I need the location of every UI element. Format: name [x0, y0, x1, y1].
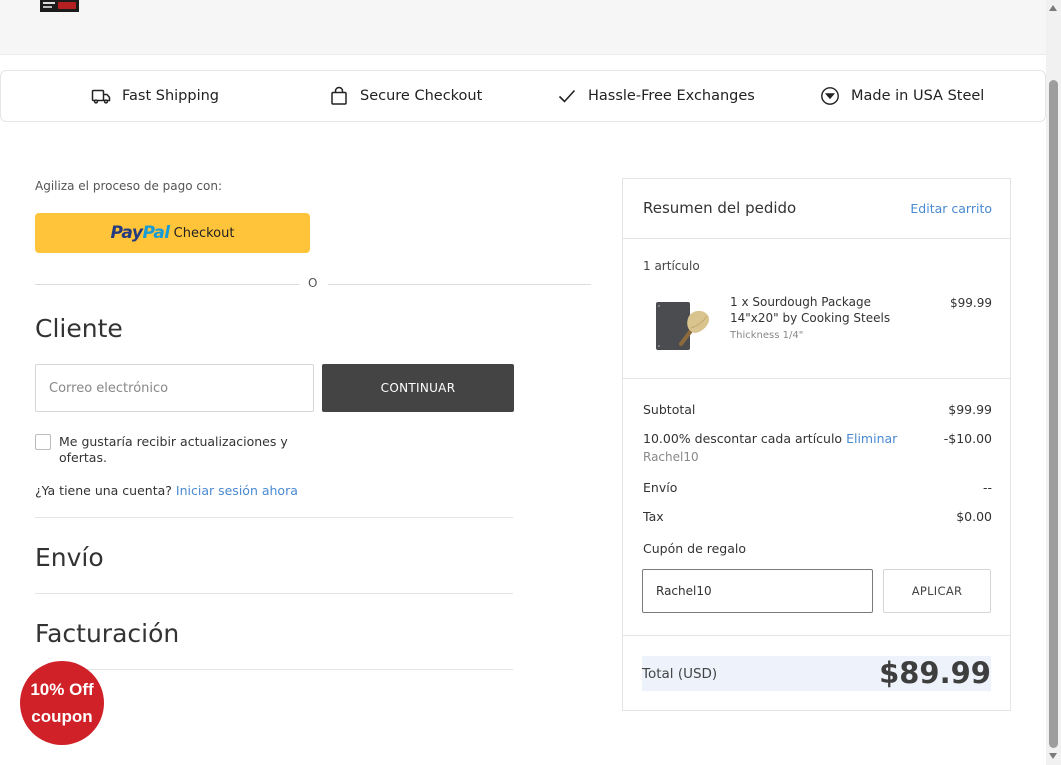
shipping-section-title: Envío	[35, 543, 104, 572]
shopping-bag-icon	[331, 86, 347, 105]
subtotal-label: Subtotal	[643, 402, 696, 417]
benefit-label: Secure Checkout	[360, 88, 483, 104]
tax-label: Tax	[643, 509, 664, 524]
benefit-usa-steel: Made in USA Steel	[820, 71, 984, 121]
order-summary-header: Resumen del pedido Editar carrito	[623, 179, 1010, 239]
gift-coupon-input[interactable]	[642, 569, 873, 613]
benefit-label: Hassle-Free Exchanges	[588, 88, 755, 104]
paypal-logo: PayPal	[110, 223, 171, 243]
coupon-badge-line2: coupon	[31, 707, 93, 726]
discount-value: -$10.00	[943, 431, 992, 446]
or-text: O	[308, 276, 318, 290]
scrollbar-thumb[interactable]	[1049, 80, 1058, 748]
shipping-value: --	[982, 480, 992, 495]
section-divider	[35, 593, 513, 594]
login-link[interactable]: Iniciar sesión ahora	[176, 483, 298, 498]
item-variant: Thickness 1/4"	[730, 330, 804, 341]
subtotal-value: $99.99	[948, 402, 992, 417]
compass-icon	[821, 87, 839, 105]
or-line-right	[328, 284, 591, 285]
summary-divider	[623, 635, 1010, 636]
order-summary: Resumen del pedido Editar carrito 1 artí…	[622, 178, 1011, 711]
section-divider	[35, 669, 513, 670]
order-total: Total (USD) $89.99	[642, 656, 991, 691]
discount-row: 10.00% descontar cada artículo Eliminar	[643, 431, 897, 446]
scroll-down-arrow-icon[interactable]	[1049, 753, 1057, 759]
express-checkout-label: Agiliza el proceso de pago con:	[35, 179, 222, 193]
checkmark-icon	[558, 89, 576, 103]
edit-cart-link[interactable]: Editar carrito	[910, 201, 992, 216]
scroll-up-arrow-icon[interactable]	[1049, 5, 1057, 11]
or-line-left	[35, 284, 299, 285]
benefit-label: Made in USA Steel	[851, 88, 985, 104]
remove-discount-link[interactable]: Eliminar	[846, 431, 897, 446]
billing-section-title: Facturación	[35, 619, 180, 648]
benefit-fast-shipping: Fast Shipping	[91, 71, 219, 121]
site-header	[0, 0, 1046, 55]
newsletter-option: Me gustaría recibir actualizaciones y of…	[35, 434, 305, 466]
benefits-bar: Fast Shipping Secure Checkout Hassle-Fre…	[0, 70, 1046, 122]
gift-coupon-label: Cupón de regalo	[643, 541, 746, 556]
store-logo[interactable]	[40, 0, 79, 12]
paypal-logo-pay: Pay	[110, 223, 143, 243]
paypal-checkout-label: Checkout	[173, 225, 235, 241]
section-divider	[35, 517, 513, 518]
benefit-label: Fast Shipping	[122, 88, 219, 104]
total-label: Total (USD)	[642, 666, 718, 682]
apply-coupon-button[interactable]: APLICAR	[883, 569, 991, 613]
shipping-label: Envío	[643, 480, 678, 495]
coupon-badge[interactable]: 10% Off coupon	[20, 661, 104, 745]
paypal-checkout-button[interactable]: PayPal Checkout	[35, 213, 310, 253]
discount-label: 10.00% descontar cada artículo	[643, 431, 843, 446]
item-name: 1 x Sourdough Package 14"x20" by Cooking…	[730, 295, 891, 325]
or-divider: O	[35, 276, 591, 292]
benefit-hassle-free: Hassle-Free Exchanges	[557, 71, 755, 121]
item-price: $99.99	[950, 296, 992, 310]
login-prompt: ¿Ya tiene una cuenta? Iniciar sesión aho…	[35, 483, 298, 498]
discount-code: Rachel10	[643, 450, 699, 464]
benefit-secure-checkout: Secure Checkout	[329, 71, 482, 121]
coupon-badge-line1: 10% Off	[30, 680, 94, 699]
email-field[interactable]	[35, 364, 314, 412]
logo-text-line	[43, 6, 52, 8]
paypal-logo-pal: Pal	[142, 223, 170, 243]
truck-icon	[91, 89, 111, 104]
continue-button[interactable]: CONTINUAR	[322, 364, 514, 412]
item-count: 1 artículo	[643, 259, 700, 273]
logo-text-line	[43, 2, 55, 4]
order-summary-title: Resumen del pedido	[643, 199, 797, 217]
newsletter-checkbox[interactable]	[35, 434, 51, 450]
customer-section-title: Cliente	[35, 314, 123, 343]
tax-value: $0.00	[956, 509, 992, 524]
summary-divider	[623, 378, 1010, 379]
newsletter-label[interactable]: Me gustaría recibir actualizaciones y of…	[59, 434, 305, 466]
product-thumbnail	[656, 302, 710, 350]
account-prompt-text: ¿Ya tiene una cuenta?	[35, 483, 172, 498]
page-scrollbar[interactable]	[1046, 0, 1061, 765]
logo-mark	[58, 2, 76, 9]
total-value: $89.99	[879, 656, 991, 690]
